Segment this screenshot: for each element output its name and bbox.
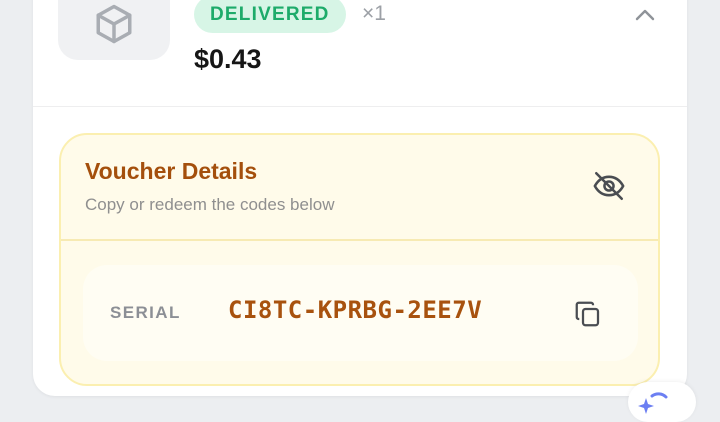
section-divider	[33, 106, 687, 107]
serial-code-row: SERIAL CI8TC-KPRBG-2EE7V	[83, 265, 638, 361]
voucher-details-panel: Voucher Details Copy or redeem the codes…	[59, 133, 660, 386]
voucher-divider	[61, 239, 658, 241]
status-badge: DELIVERED	[194, 0, 346, 33]
product-thumbnail	[58, 0, 170, 60]
package-icon	[96, 4, 132, 44]
eye-off-icon[interactable]	[592, 169, 626, 203]
serial-code[interactable]: CI8TC-KPRBG-2EE7V	[228, 296, 482, 324]
copy-icon[interactable]	[573, 299, 603, 329]
assistant-button[interactable]	[628, 382, 696, 422]
voucher-subtitle: Copy or redeem the codes below	[85, 195, 335, 214]
assistant-icon	[638, 392, 668, 414]
item-price: $0.43	[194, 44, 262, 74]
quantity-label: ×1	[362, 2, 386, 25]
voucher-title: Voucher Details	[85, 158, 258, 184]
serial-label: SERIAL	[110, 303, 181, 322]
chevron-up-icon[interactable]	[632, 4, 658, 24]
